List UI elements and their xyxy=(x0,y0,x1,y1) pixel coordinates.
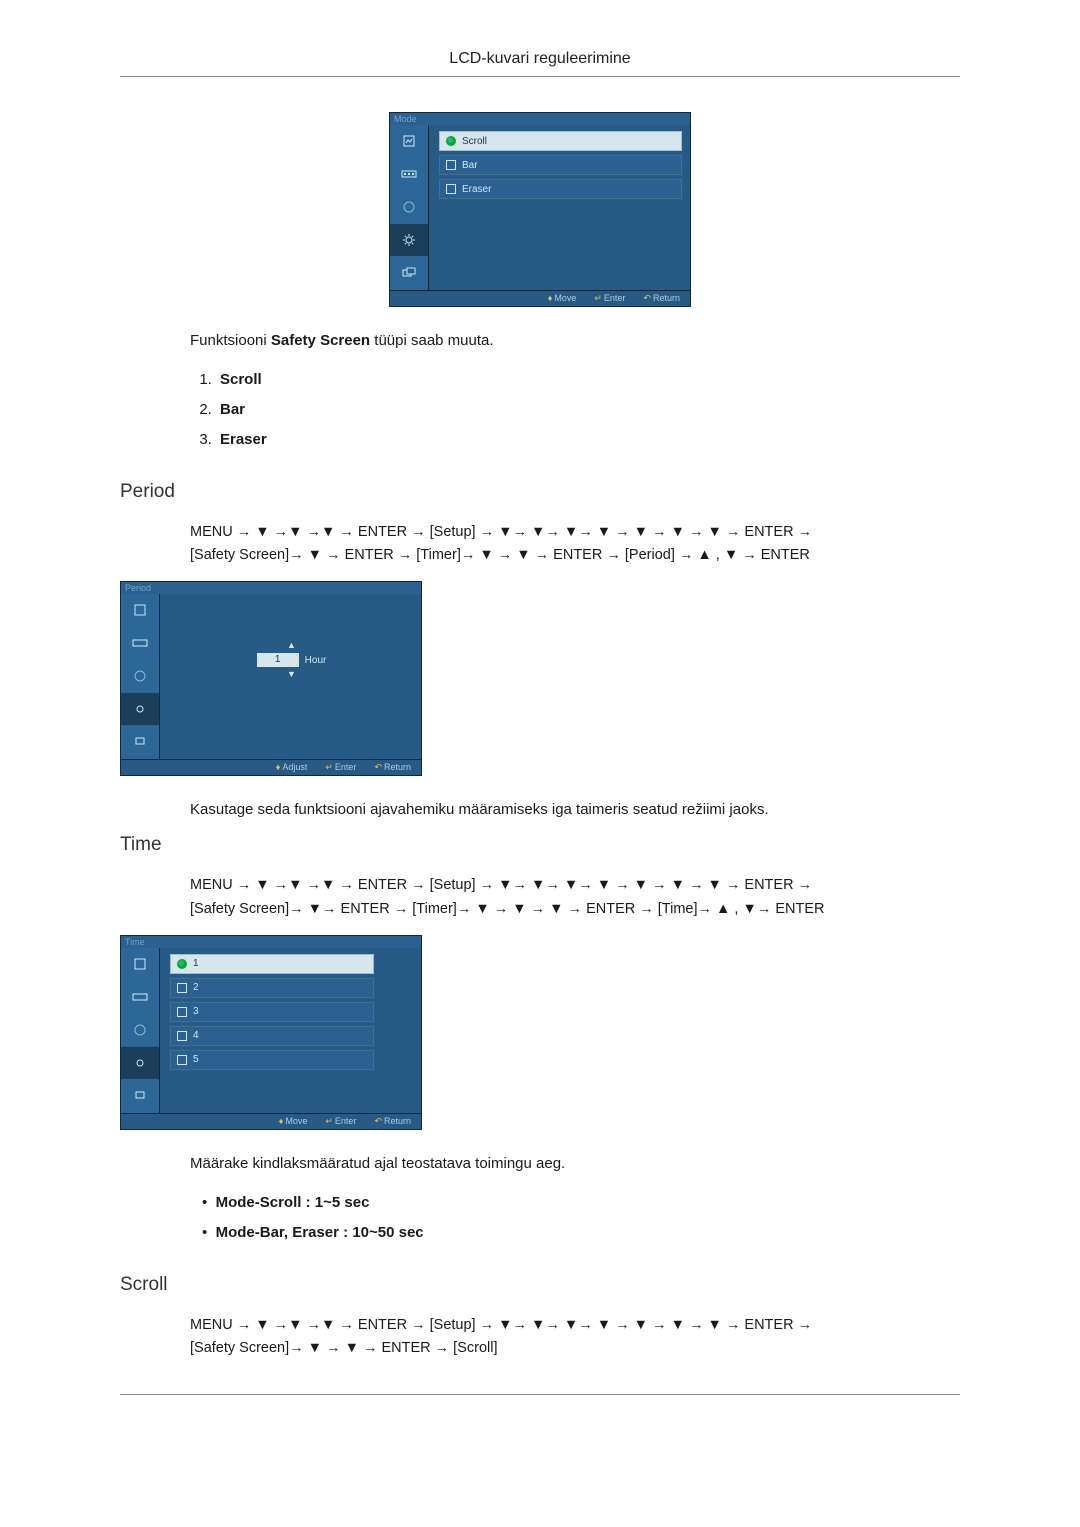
osd-item-label: 2 xyxy=(193,982,199,993)
osd-hint-enter: Enter xyxy=(335,762,357,772)
radio-selected-icon xyxy=(177,959,187,969)
mode-options-list: Scroll Bar Eraser xyxy=(198,365,960,455)
osd-item-label: Bar xyxy=(462,160,478,171)
osd-hint-return: Return xyxy=(384,762,411,772)
osd-period-title: Period xyxy=(121,582,421,594)
osd-hint-return: Return xyxy=(384,1116,411,1126)
osd-mode-title: Mode xyxy=(390,113,690,125)
osd-side-icons xyxy=(121,948,160,1113)
osd-time-item-2[interactable]: 2 xyxy=(170,978,374,998)
mode-lead: Funktsiooni Safety Screen tüüpi saab muu… xyxy=(190,332,960,349)
osd-period: Period ▲ 1 Hour ▼ xyxy=(120,581,422,776)
opt-eraser: Eraser xyxy=(220,431,267,448)
down-arrow-icon[interactable]: ▼ xyxy=(287,670,296,679)
bullet-mode-scroll: Mode-Scroll xyxy=(216,1194,302,1211)
page-header: LCD-kuvari reguleerimine xyxy=(120,50,960,77)
picture-tab-icon xyxy=(390,125,428,158)
period-nav-path: MENU → ▼ →▼ →▼ → ENTER → [Setup] → ▼→ ▼→… xyxy=(190,521,960,567)
multi-tab-icon xyxy=(121,1080,159,1113)
scroll-nav-path: MENU → ▼ →▼ →▼ → ENTER → [Setup] → ▼→ ▼→… xyxy=(190,1314,960,1360)
osd-mode-item-bar[interactable]: Bar xyxy=(439,155,682,175)
multi-tab-icon xyxy=(390,257,428,290)
checkbox-icon xyxy=(177,1031,187,1041)
opt-bar: Bar xyxy=(220,401,245,418)
input-tab-icon xyxy=(121,981,159,1014)
input-tab-icon xyxy=(121,627,159,660)
osd-time: Time 1 2 xyxy=(120,935,422,1130)
osd-item-label: 3 xyxy=(193,1006,199,1017)
osd-side-icons xyxy=(390,125,429,290)
osd-footer: ♦Move ↵Enter ↶Return xyxy=(390,290,690,306)
checkbox-icon xyxy=(446,160,456,170)
osd-hint-enter: Enter xyxy=(335,1116,357,1126)
osd-item-label: Scroll xyxy=(462,136,487,147)
section-period-heading: Period xyxy=(120,481,960,503)
osd-time-item-3[interactable]: 3 xyxy=(170,1002,374,1022)
osd-item-label: 5 xyxy=(193,1054,199,1065)
setup-tab-icon xyxy=(390,224,428,257)
checkbox-icon xyxy=(446,184,456,194)
osd-time-item-1[interactable]: 1 xyxy=(170,954,374,974)
osd-mode: Mode xyxy=(389,112,691,307)
osd-hint-move: Move xyxy=(285,1116,307,1126)
time-desc: Määrake kindlaksmääratud ajal teostatava… xyxy=(190,1155,960,1172)
osd-footer: ♦Move ↵Enter ↶Return xyxy=(121,1113,421,1129)
section-scroll-heading: Scroll xyxy=(120,1274,960,1296)
osd-time-title: Time xyxy=(121,936,421,948)
setup-tab-icon xyxy=(121,1047,159,1080)
period-desc: Kasutage seda funktsiooni ajavahemiku mä… xyxy=(190,801,960,818)
osd-hint-move: Move xyxy=(554,293,576,303)
osd-hint-adjust: Adjust xyxy=(282,762,307,772)
up-arrow-icon[interactable]: ▲ xyxy=(287,641,296,650)
blank-tab-icon xyxy=(121,660,159,693)
section-time-heading: Time xyxy=(120,834,960,856)
blank-tab-icon xyxy=(121,1014,159,1047)
osd-hint-enter: Enter xyxy=(604,293,626,303)
radio-selected-icon xyxy=(446,136,456,146)
osd-time-item-5[interactable]: 5 xyxy=(170,1050,374,1070)
time-bullets: • Mode-Scroll : 1~5 sec • Mode-Bar, Eras… xyxy=(198,1188,960,1248)
setup-tab-icon xyxy=(121,693,159,726)
osd-time-item-4[interactable]: 4 xyxy=(170,1026,374,1046)
period-unit: Hour xyxy=(305,655,327,666)
period-value[interactable]: 1 xyxy=(257,653,299,667)
picture-tab-icon xyxy=(121,594,159,627)
osd-hint-return: Return xyxy=(653,293,680,303)
multi-tab-icon xyxy=(121,726,159,759)
osd-item-label: 4 xyxy=(193,1030,199,1041)
blank-tab-icon xyxy=(390,191,428,224)
input-tab-icon xyxy=(390,158,428,191)
osd-footer: ♦Adjust ↵Enter ↶Return xyxy=(121,759,421,775)
osd-item-label: 1 xyxy=(193,958,199,969)
osd-mode-item-eraser[interactable]: Eraser xyxy=(439,179,682,199)
checkbox-icon xyxy=(177,983,187,993)
checkbox-icon xyxy=(177,1055,187,1065)
osd-side-icons xyxy=(121,594,160,759)
picture-tab-icon xyxy=(121,948,159,981)
footer-rule xyxy=(120,1394,960,1395)
time-nav-path: MENU → ▼ →▼ →▼ → ENTER → [Setup] → ▼→ ▼→… xyxy=(190,874,960,920)
opt-scroll: Scroll xyxy=(220,371,262,388)
osd-mode-item-scroll[interactable]: Scroll xyxy=(439,131,682,151)
checkbox-icon xyxy=(177,1007,187,1017)
bullet-mode-bar-eraser: Mode-Bar, Eraser xyxy=(216,1224,339,1241)
osd-item-label: Eraser xyxy=(462,184,491,195)
